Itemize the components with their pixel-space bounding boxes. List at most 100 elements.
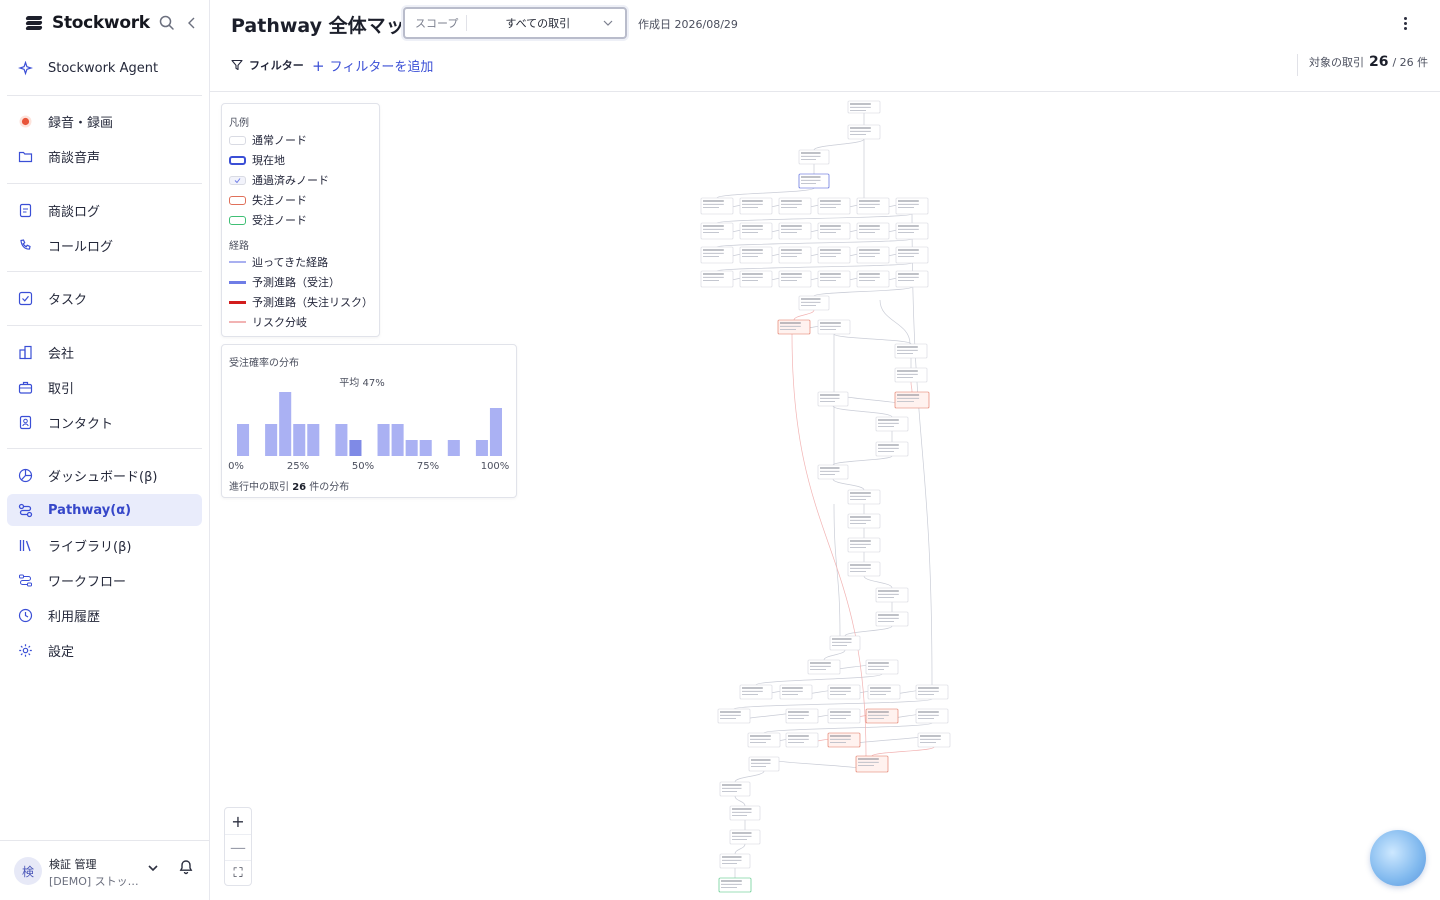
pathway-node[interactable]	[817, 270, 851, 288]
pathway-node[interactable]	[817, 246, 851, 264]
pathway-node[interactable]	[777, 319, 811, 335]
pathway-node[interactable]	[739, 222, 773, 240]
pathway-node[interactable]	[894, 367, 928, 383]
pathway-node[interactable]	[817, 197, 851, 215]
pathway-node[interactable]	[748, 756, 780, 772]
pathway-node[interactable]	[827, 684, 861, 700]
bell-icon[interactable]	[178, 859, 194, 875]
pathway-node[interactable]	[739, 197, 773, 215]
sidebar-item-record[interactable]: 録音・録画	[7, 105, 202, 137]
pathway-node[interactable]	[847, 561, 881, 577]
sidebar-item-agent[interactable]: Stockwork Agent	[7, 52, 202, 84]
pathway-node[interactable]	[827, 732, 861, 748]
pathway-node[interactable]	[785, 708, 819, 724]
sidebar-item-dashboard[interactable]: ダッシュボード(β)	[7, 459, 202, 491]
pathway-node[interactable]	[856, 197, 890, 215]
pathway-node[interactable]	[778, 197, 812, 215]
pathway-node[interactable]	[747, 732, 781, 748]
sidebar-item-workflow[interactable]: ワークフロー	[7, 564, 202, 596]
sidebar-item-task[interactable]: タスク	[7, 282, 202, 314]
pathway-node[interactable]	[817, 464, 849, 480]
pathway-node[interactable]	[875, 587, 909, 603]
pathway-node[interactable]	[717, 708, 751, 724]
sidebar-item-label: 設定	[48, 644, 75, 660]
pathway-node[interactable]	[798, 295, 830, 311]
fit-view-button[interactable]: ⛶	[225, 860, 251, 886]
pathway-node[interactable]	[700, 197, 734, 215]
pathway-node[interactable]	[867, 684, 901, 700]
sidebar-item-history[interactable]: 利用履歴	[7, 599, 202, 631]
pathway-node[interactable]	[915, 708, 949, 724]
filter-button[interactable]: フィルター	[231, 57, 304, 73]
pathway-node[interactable]	[875, 441, 909, 457]
add-filter-button[interactable]: + フィルターを追加	[312, 56, 433, 75]
pathway-node[interactable]	[855, 755, 889, 773]
sidebar-item-library[interactable]: ライブラリ(β)	[7, 529, 202, 561]
pathway-node[interactable]	[719, 853, 751, 869]
sidebar-item-audio[interactable]: 商談音声	[7, 140, 202, 172]
pathway-node[interactable]	[739, 270, 773, 288]
pathway-node[interactable]	[817, 319, 851, 335]
sidebar-item-deal[interactable]: 取引	[7, 371, 202, 403]
pathway-node[interactable]	[856, 270, 890, 288]
pathway-node[interactable]	[719, 781, 751, 797]
pathway-node[interactable]	[729, 805, 761, 821]
pathway-node[interactable]	[817, 222, 851, 240]
more-menu-icon[interactable]	[1396, 14, 1414, 32]
pathway-node[interactable]	[856, 246, 890, 264]
pathway-node[interactable]	[778, 246, 812, 264]
pathway-node[interactable]	[785, 732, 819, 748]
pathway-node[interactable]	[847, 537, 881, 553]
pathway-node[interactable]	[847, 489, 881, 505]
pathway-edge	[763, 722, 933, 734]
pathway-node[interactable]	[865, 659, 899, 675]
pathway-node[interactable]	[847, 513, 881, 529]
pathway-node[interactable]	[739, 246, 773, 264]
pathway-node[interactable]	[875, 416, 909, 432]
pathway-node[interactable]	[895, 270, 929, 288]
chevron-down-icon[interactable]	[146, 861, 160, 875]
pathway-node[interactable]	[894, 343, 928, 359]
pathway-node[interactable]	[865, 708, 899, 724]
pathway-edge	[734, 795, 746, 807]
zoom-out-button[interactable]: —	[225, 834, 251, 860]
pathway-node[interactable]	[917, 732, 951, 748]
zoom-in-button[interactable]: +	[225, 808, 251, 834]
pathway-node[interactable]	[894, 391, 930, 409]
sidebar-item-meeting-log[interactable]: 商談ログ	[7, 194, 202, 226]
pathway-node[interactable]	[829, 635, 861, 651]
brand[interactable]: Stockwork	[24, 12, 150, 34]
pathway-node[interactable]	[915, 684, 949, 700]
pathway-node[interactable]	[827, 708, 861, 724]
pathway-node[interactable]	[798, 173, 830, 189]
collapse-sidebar-icon[interactable]	[184, 14, 200, 32]
pathway-node[interactable]	[700, 246, 734, 264]
pathway-node[interactable]	[779, 684, 813, 700]
scope-select[interactable]: スコープ すべての取引	[403, 7, 627, 39]
pathway-node[interactable]	[807, 659, 841, 675]
sidebar-item-call-log[interactable]: コールログ	[7, 229, 202, 261]
sidebar-item-settings[interactable]: 設定	[7, 634, 202, 666]
pathway-node[interactable]	[856, 222, 890, 240]
avatar[interactable]: 検	[14, 857, 42, 885]
search-icon[interactable]	[158, 14, 176, 32]
pathway-node[interactable]	[778, 270, 812, 288]
pathway-node[interactable]	[718, 877, 752, 893]
pathway-node[interactable]	[895, 197, 929, 215]
pathway-node[interactable]	[798, 149, 830, 165]
pathway-node[interactable]	[778, 222, 812, 240]
pathway-node[interactable]	[700, 222, 734, 240]
pathway-node[interactable]	[875, 611, 909, 627]
assistant-bot-icon[interactable]	[1370, 830, 1426, 886]
pathway-node[interactable]	[739, 684, 773, 700]
sidebar-item-pathway[interactable]: Pathway(α)	[7, 494, 202, 526]
pathway-node[interactable]	[817, 391, 849, 407]
pathway-node[interactable]	[847, 124, 881, 140]
sidebar-item-contact[interactable]: コンタクト	[7, 406, 202, 438]
pathway-node[interactable]	[700, 270, 734, 288]
pathway-node[interactable]	[847, 100, 881, 114]
pathway-node[interactable]	[895, 222, 929, 240]
sidebar-item-company[interactable]: 会社	[7, 336, 202, 368]
pathway-node[interactable]	[729, 829, 761, 845]
pathway-node[interactable]	[895, 246, 929, 264]
